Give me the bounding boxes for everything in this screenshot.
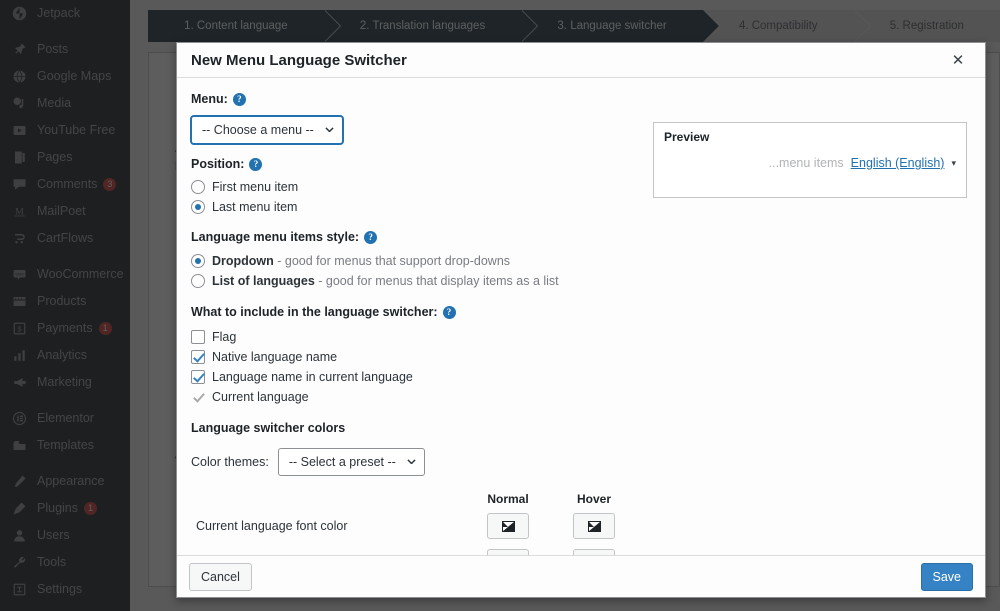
style-option-list[interactable]: List of languages - good for menus that … <box>191 274 971 288</box>
colors-heading: Language switcher colors <box>191 421 346 435</box>
include-option-native-label: Native language name <box>212 350 338 364</box>
style-option-dropdown[interactable]: Dropdown - good for menus that support d… <box>191 254 971 268</box>
chevron-down-icon <box>325 127 334 133</box>
modal-footer: Cancel Save <box>177 555 985 597</box>
include-option-flag[interactable]: Flag <box>191 330 971 344</box>
broken-image-icon <box>587 520 601 533</box>
radio-last-menu-item[interactable] <box>191 200 205 214</box>
include-option-current-language: Current language <box>191 390 971 404</box>
include-option-native[interactable]: Native language name <box>191 350 971 364</box>
style-option-dropdown-desc: - good for menus that support drop-downs <box>273 254 511 268</box>
color-themes-select[interactable]: -- Select a preset -- <box>277 448 425 476</box>
color-picker-font-normal[interactable] <box>487 513 529 539</box>
preview-menu-items-text: ...menu items <box>768 156 844 170</box>
menu-label-row: Menu: ? <box>191 92 971 106</box>
style-option-list-name: List of languages <box>212 274 315 288</box>
include-label: What to include in the language switcher… <box>191 305 438 319</box>
color-picker-font-hover[interactable] <box>573 513 615 539</box>
chevron-down-icon <box>407 459 416 465</box>
style-label: Language menu items style: <box>191 230 360 244</box>
style-label-row: Language menu items style: ? <box>191 230 971 244</box>
style-option-list-desc: - good for menus that display items as a… <box>314 274 559 288</box>
screen: 1. Content language2. Translation langua… <box>0 0 1000 611</box>
include-option-current-lang-name-label: Language name in current language <box>212 370 413 384</box>
help-icon-include[interactable]: ? <box>442 305 456 319</box>
modal-body: Preview ...menu items English (English) … <box>177 78 985 555</box>
help-icon-style[interactable]: ? <box>364 230 378 244</box>
style-option-dropdown-name: Dropdown <box>212 254 274 268</box>
chevron-down-icon[interactable]: ▾ <box>951 158 956 169</box>
close-icon[interactable]: ✕ <box>945 47 971 73</box>
column-header-hover: Hover <box>576 492 611 506</box>
radio-dropdown[interactable] <box>191 254 205 268</box>
color-picker-bg-normal[interactable] <box>487 549 529 555</box>
checkbox-flag[interactable] <box>191 330 205 344</box>
color-themes-label: Color themes: <box>191 455 269 469</box>
menu-select[interactable]: -- Choose a menu -- <box>191 116 343 144</box>
cancel-button[interactable]: Cancel <box>189 562 252 591</box>
radio-list-of-languages[interactable] <box>191 274 205 288</box>
language-switcher-modal: New Menu Language Switcher ✕ Preview ...… <box>176 42 986 598</box>
menu-select-value: -- Choose a menu -- <box>202 123 314 137</box>
include-option-flag-label: Flag <box>212 330 237 344</box>
menu-label: Menu: <box>191 92 228 106</box>
preview-language-link[interactable]: English (English) <box>851 156 945 170</box>
save-button[interactable]: Save <box>920 562 973 591</box>
checkbox-current-language <box>191 390 205 404</box>
position-option-last-label: Last menu item <box>212 200 298 214</box>
position-label: Position: <box>191 157 245 171</box>
include-label-row: What to include in the language switcher… <box>191 305 971 319</box>
preview-switcher: ...menu items English (English) ▾ <box>769 156 956 170</box>
color-table: Normal Hover Current language font color <box>191 482 971 555</box>
broken-image-icon <box>501 520 515 533</box>
color-picker-bg-hover[interactable] <box>573 549 615 555</box>
position-option-first-label: First menu item <box>212 180 299 194</box>
color-themes-value: -- Select a preset -- <box>288 455 396 469</box>
help-icon-position[interactable]: ? <box>249 157 263 171</box>
modal-header: New Menu Language Switcher ✕ <box>177 43 985 78</box>
column-header-normal: Normal <box>487 492 529 506</box>
checkbox-native-language-name[interactable] <box>191 350 205 364</box>
position-option-last[interactable]: Last menu item <box>191 200 971 214</box>
preview-title: Preview <box>664 130 710 144</box>
color-themes-row: Color themes: -- Select a preset -- <box>191 448 971 476</box>
radio-first-menu-item[interactable] <box>191 180 205 194</box>
help-icon-menu[interactable]: ? <box>232 92 246 106</box>
color-row-0-label: Current language font color <box>196 519 348 533</box>
include-option-current-language-label: Current language <box>212 390 309 404</box>
modal-title: New Menu Language Switcher <box>191 51 407 69</box>
include-option-current-lang-name[interactable]: Language name in current language <box>191 370 971 384</box>
checkbox-language-name-in-current-language[interactable] <box>191 370 205 384</box>
preview-panel: Preview ...menu items English (English) … <box>653 122 967 198</box>
